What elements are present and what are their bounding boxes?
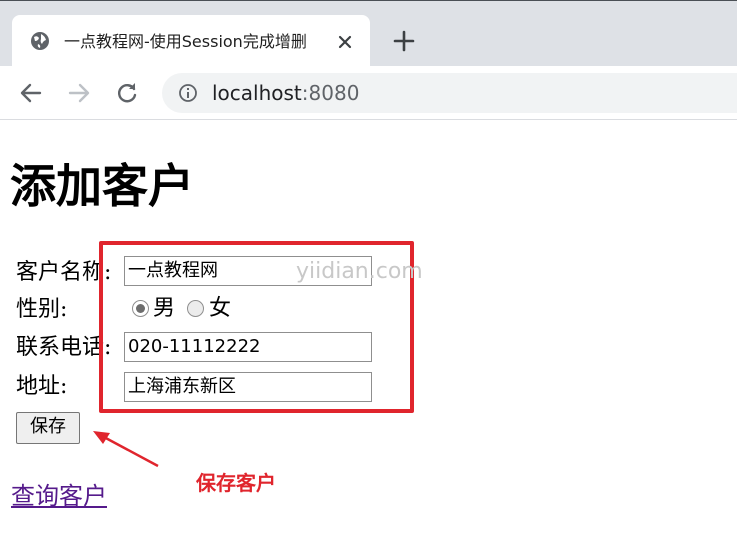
url-port: :8080 [301,81,360,105]
save-customer-callout: 保存客户 [196,471,276,495]
url-host: localhost [212,81,302,105]
url-text[interactable]: localhost:8080 [212,81,359,105]
tab-title: 一点教程网-使用Session完成增删 [64,32,307,51]
browser-toolbar: localhost:8080 [0,66,737,120]
tab-strip: 一点教程网-使用Session完成增删 [0,0,737,67]
globe-icon [31,32,49,50]
gender-label: 性别: [16,297,68,322]
plus-icon[interactable] [392,29,416,53]
forward-arrow-icon[interactable] [66,80,92,106]
save-button[interactable]: 保存 [16,412,80,444]
info-icon[interactable] [178,83,198,103]
arrow-icon [93,431,159,468]
back-arrow-icon[interactable] [18,80,44,106]
address-bar[interactable]: localhost:8080 [162,73,737,113]
close-icon[interactable] [334,31,356,53]
phone-label: 联系电话: [16,335,112,360]
reload-icon[interactable] [114,80,140,106]
active-tab[interactable]: 一点教程网-使用Session完成增删 [12,15,370,67]
customer-name-label: 客户名称: [16,260,112,285]
query-customers-link[interactable]: 查询客户 [11,480,107,512]
page-title: 添加客户 [10,159,194,213]
watermark: yiidian.com [296,259,423,284]
address-label: 地址: [16,374,68,399]
